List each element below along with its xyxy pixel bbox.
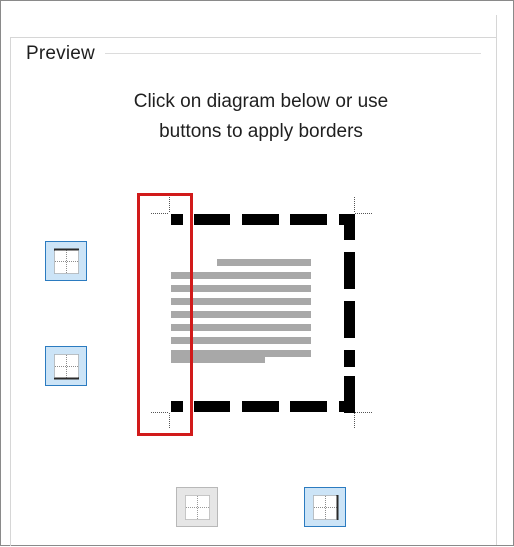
top-border-button[interactable]	[45, 241, 87, 281]
left-border-button[interactable]	[176, 487, 218, 527]
right-border-icon	[313, 495, 339, 520]
right-border-button[interactable]	[304, 487, 346, 527]
instruction-line-2: buttons to apply borders	[159, 121, 363, 142]
borders-dialog: Preview Click on diagram below or use bu…	[0, 0, 514, 546]
preview-instructions: Click on diagram below or use buttons to…	[81, 87, 441, 147]
left-border-highlight[interactable]	[137, 193, 193, 436]
group-title-divider	[105, 53, 481, 54]
instruction-line-1: Click on diagram below or use	[133, 91, 389, 112]
bottom-border-button[interactable]	[45, 346, 87, 386]
preview-title: Preview	[26, 43, 95, 64]
bottom-border-icon	[54, 354, 79, 380]
top-border-icon	[54, 248, 79, 274]
left-border-icon	[185, 495, 210, 520]
